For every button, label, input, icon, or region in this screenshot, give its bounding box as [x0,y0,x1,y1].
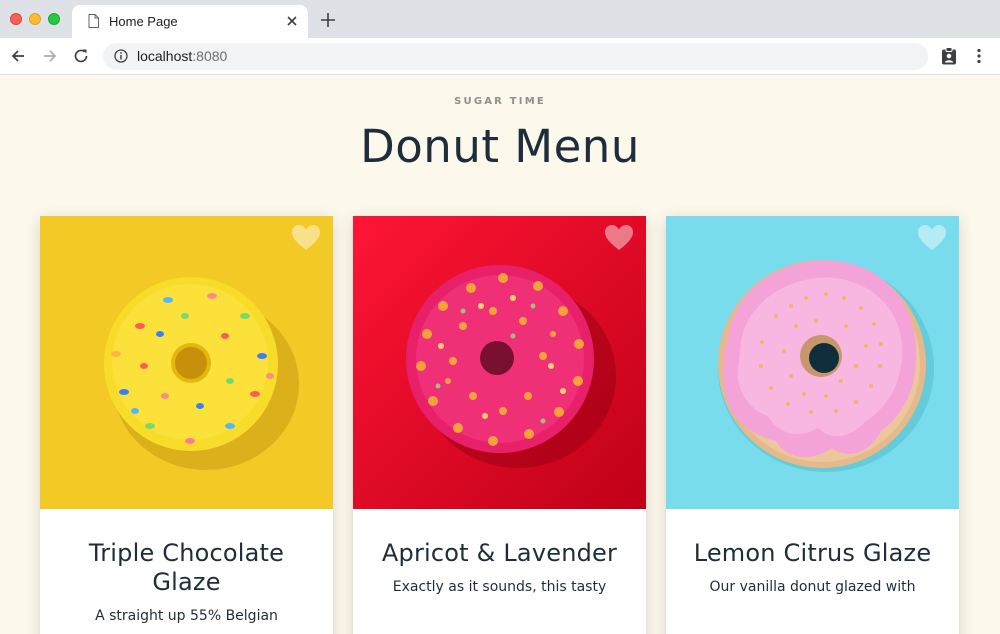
card-body: Apricot & Lavender Exactly as it sounds,… [353,509,646,634]
page-content: SUGAR TIME Donut Menu Triple Chocolate G… [0,76,1000,634]
donut-description: A straight up 55% Belgian [95,608,278,624]
back-arrow-icon[interactable] [10,48,26,64]
donut-image [666,216,959,509]
donut-description: Our vanilla donut glazed with [709,579,916,595]
eyebrow-label: SUGAR TIME [454,96,546,107]
page-title: Donut Menu [360,120,640,173]
browser-tab-bar: Home Page [0,0,1000,38]
window-minimize-button[interactable] [29,13,41,25]
donut-photo [40,216,333,509]
donut-photo [353,216,646,509]
card-body: Triple Chocolate Glaze A straight up 55%… [40,509,333,634]
close-tab-icon[interactable] [286,15,298,27]
card-body: Lemon Citrus Glaze Our vanilla donut gla… [666,509,959,634]
url-host: localhost [137,48,193,64]
reload-icon[interactable] [73,48,89,64]
donut-name: Apricot & Lavender [381,539,618,567]
donut-image [353,216,646,509]
more-menu-icon[interactable] [975,48,983,64]
donut-card[interactable]: Triple Chocolate Glaze A straight up 55%… [40,216,333,634]
browser-toolbar: localhost:8080 [0,38,1000,75]
donut-name: Triple Chocolate Glaze [88,539,285,596]
browser-tab[interactable]: Home Page [72,5,308,38]
donut-image [40,216,333,509]
clipboard-extension-icon[interactable] [941,47,957,65]
donut-photo [666,216,959,509]
heart-icon[interactable] [917,224,947,251]
donut-card[interactable]: Lemon Citrus Glaze Our vanilla donut gla… [666,216,959,634]
url-text: localhost:8080 [137,48,227,64]
heart-icon[interactable] [291,224,321,251]
page-icon [88,14,99,28]
donut-description: Exactly as it sounds, this tasty [392,579,607,595]
site-info-icon[interactable] [114,49,128,63]
donut-card[interactable]: Apricot & Lavender Exactly as it sounds,… [353,216,646,634]
window-maximize-button[interactable] [48,13,60,25]
heart-icon[interactable] [604,224,634,251]
donut-name: Lemon Citrus Glaze [693,539,932,567]
new-tab-icon[interactable] [321,13,335,27]
tab-title: Home Page [109,14,178,29]
url-port: :8080 [192,48,228,64]
address-bar[interactable]: localhost:8080 [103,43,928,70]
forward-arrow-icon[interactable] [42,48,58,64]
window-close-button[interactable] [10,13,22,25]
